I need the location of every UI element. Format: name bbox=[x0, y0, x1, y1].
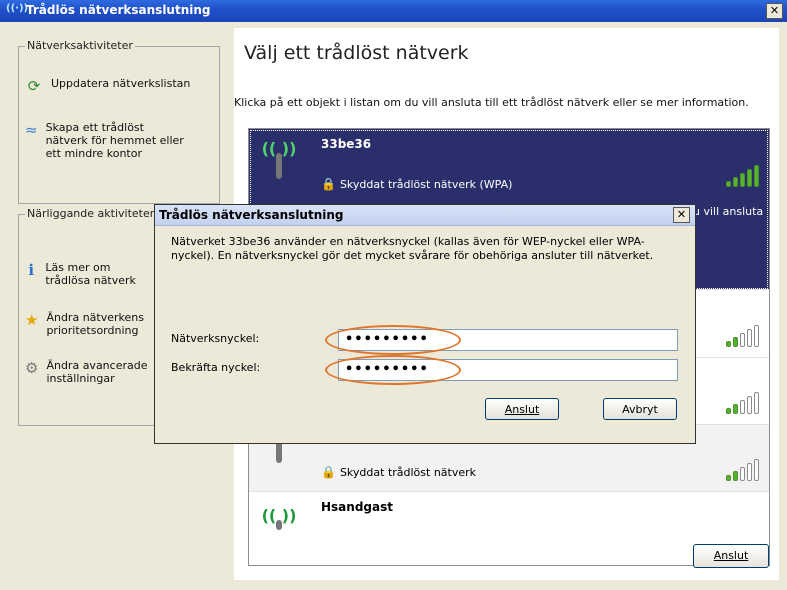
dialog-close-button[interactable]: ✕ bbox=[673, 207, 690, 223]
network-security: 🔒 Skyddat trådlöst nätverk bbox=[321, 465, 476, 479]
wireless-icon: ((·)) bbox=[6, 3, 29, 14]
signal-strength-icon bbox=[726, 325, 759, 347]
sidebar-item-label: Ändra nätverkens prioritetsordning bbox=[46, 311, 144, 337]
security-label: Skyddat trådlöst nätverk (WPA) bbox=[339, 177, 513, 191]
signal-strength-icon bbox=[726, 165, 759, 187]
lock-icon: 🔒 bbox=[321, 465, 336, 479]
page-title: Välj ett trådlöst nätverk bbox=[244, 42, 469, 64]
security-label: Skyddat trådlöst nätverk bbox=[339, 465, 477, 479]
antenna-icon: (( )) bbox=[259, 506, 299, 546]
confirm-key-label: Bekräfta nyckel: bbox=[171, 361, 261, 374]
highlight-oval bbox=[325, 355, 461, 385]
main-window: ((·)) Trådlös nätverksanslutning ✕ Nätve… bbox=[0, 0, 787, 590]
sidebar-item-priority[interactable]: ★ Ändra nätverkens prioritetsordning bbox=[25, 311, 155, 337]
sidebar-item-refresh[interactable]: ⟳ Uppdatera nätverkslistan bbox=[25, 77, 191, 95]
intro-text: Klicka på ett objekt i listan om du vill… bbox=[234, 96, 749, 109]
sidebar-item-learn-more[interactable]: ℹ Läs mer om trådlösa nätverk bbox=[25, 261, 155, 287]
key-label: Nätverksnyckel: bbox=[171, 332, 260, 345]
lock-icon: 🔒 bbox=[321, 177, 336, 191]
highlight-oval bbox=[325, 325, 461, 355]
settings-icon: ⚙ bbox=[25, 359, 39, 377]
signal-strength-icon bbox=[726, 392, 759, 414]
sidebar-item-create-network[interactable]: ≈ Skapa ett trådlöst nätverk för hemmet … bbox=[25, 121, 185, 160]
window-title: Trådlös nätverksanslutning bbox=[26, 3, 211, 17]
dialog-title: Trådlös nätverksanslutning bbox=[159, 208, 344, 222]
dialog-connect-label: Anslut bbox=[504, 403, 540, 416]
dialog-message: Nätverket 33be36 använder en nätverksnyc… bbox=[171, 235, 654, 262]
title-bar: ((·)) Trådlös nätverksanslutning ✕ bbox=[0, 0, 787, 22]
network-tasks-group: Nätverksaktiviteter ⟳ Uppdatera nätverks… bbox=[18, 39, 220, 204]
network-detail-text: u vill ansluta bbox=[693, 205, 764, 218]
network-key-dialog: Trådlös nätverksanslutning ✕ Nätverket 3… bbox=[154, 204, 696, 444]
sidebar-item-label: Uppdatera nätverkslistan bbox=[51, 77, 191, 90]
group-legend: Nätverksaktiviteter bbox=[25, 39, 135, 52]
network-security: 🔒 Skyddat trådlöst nätverk (WPA) bbox=[321, 177, 512, 191]
sidebar-item-label: Ändra avancerade inställningar bbox=[46, 359, 148, 385]
antenna-icon: (( )) bbox=[259, 139, 299, 179]
sidebar-item-label: Skapa ett trådlöst nätverk för hemmet el… bbox=[45, 121, 184, 160]
signal-strength-icon bbox=[726, 459, 759, 481]
refresh-icon: ⟳ bbox=[27, 77, 41, 95]
dialog-title-bar: Trådlös nätverksanslutning ✕ bbox=[155, 205, 695, 226]
connect-label: Anslut bbox=[713, 549, 749, 562]
network-name: Hsandgast bbox=[321, 500, 393, 514]
close-button[interactable]: ✕ bbox=[766, 3, 783, 19]
sidebar-item-label: Läs mer om trådlösa nätverk bbox=[45, 261, 136, 287]
sidebar-item-advanced[interactable]: ⚙ Ändra avancerade inställningar bbox=[25, 359, 155, 385]
connect-button[interactable]: Anslut bbox=[693, 544, 769, 568]
network-name: 33be36 bbox=[321, 137, 372, 151]
network-row-hsandgast[interactable]: (( )) Hsandgast bbox=[249, 492, 769, 565]
info-icon: ℹ bbox=[28, 261, 35, 279]
dialog-connect-button[interactable]: Anslut bbox=[485, 398, 559, 420]
group-legend: Närliggande aktiviteter bbox=[25, 207, 157, 220]
dialog-cancel-button[interactable]: Avbryt bbox=[603, 398, 677, 420]
star-icon: ★ bbox=[25, 311, 39, 329]
create-network-icon: ≈ bbox=[25, 121, 38, 139]
